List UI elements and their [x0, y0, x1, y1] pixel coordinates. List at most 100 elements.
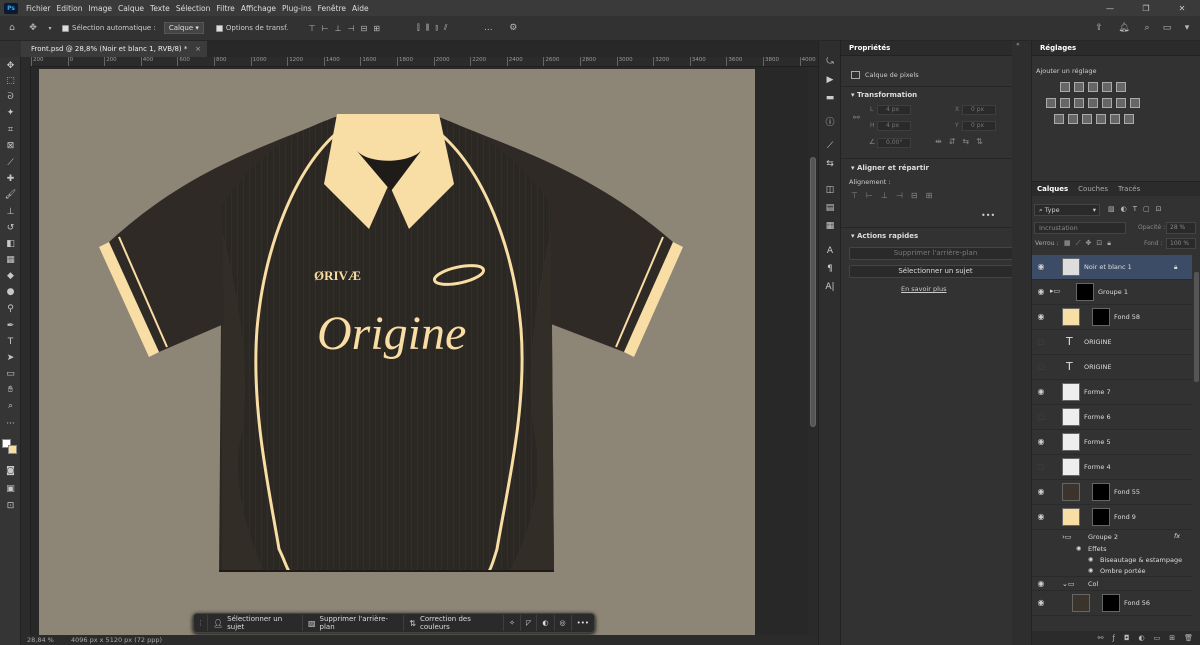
magic-wand-icon[interactable]: ✦: [3, 106, 18, 120]
move-icon[interactable]: ✥: [3, 59, 18, 73]
layer-row-fond-9[interactable]: ◉ Fond 9: [1032, 505, 1192, 530]
menu-affichage[interactable]: Affichage: [238, 4, 279, 13]
layer-row-fond-58[interactable]: ◉ Fond 58: [1032, 305, 1192, 330]
eye-icon[interactable]: ◉: [1036, 387, 1046, 397]
history-icon[interactable]: ⤿: [822, 55, 838, 69]
add-style-icon[interactable]: ƒ: [1112, 634, 1114, 642]
shape-icon[interactable]: ▭: [3, 367, 18, 381]
crop-icon[interactable]: ⌗: [3, 123, 18, 137]
link-icon[interactable]: ⚯: [853, 113, 860, 122]
y-field[interactable]: Y0 px: [955, 121, 996, 131]
tab-channels[interactable]: Couches: [1073, 185, 1113, 193]
collapse-arrows-icon[interactable]: «: [1016, 41, 1020, 48]
color-correction-button[interactable]: ⇅ Correction des couleurs: [404, 615, 505, 631]
layer-row-forme-4[interactable]: ▢ Forme 4: [1032, 455, 1192, 480]
type-tool-icon[interactable]: T: [3, 335, 18, 349]
share-icon[interactable]: ⇪: [1092, 23, 1106, 33]
move-tool-icon[interactable]: ✥: [22, 23, 44, 33]
quick-actions-section[interactable]: ▾ Actions rapides: [841, 232, 918, 240]
gradient-icon[interactable]: ▦: [3, 253, 18, 267]
quick-mask-icon[interactable]: ◙: [3, 464, 18, 478]
eye-icon[interactable]: ◉: [1036, 312, 1046, 322]
select-subject-button[interactable]: 👤︎ Sélectionner un sujet: [208, 615, 303, 631]
document-canvas[interactable]: ØRIVÆ Origine: [39, 69, 755, 635]
glyphs-icon[interactable]: A|: [822, 280, 838, 294]
hand-icon[interactable]: ✋︎: [3, 383, 18, 397]
menu-filtre[interactable]: Filtre: [213, 4, 237, 13]
layer-row-noir-et-blanc[interactable]: ◉ Noir et blanc 1 🔒︎: [1032, 255, 1192, 280]
eye-icon[interactable]: ◉: [1036, 287, 1046, 297]
layer-filter-dropdown[interactable]: ⌕ Type ▾: [1034, 204, 1100, 216]
pen-icon[interactable]: ✒: [3, 319, 18, 333]
blend-mode-dropdown[interactable]: Incrustation: [1034, 222, 1126, 234]
fill-field[interactable]: 100 %: [1166, 238, 1196, 249]
transform-icon[interactable]: ◸: [521, 615, 538, 631]
home-icon[interactable]: ⌂: [2, 23, 22, 33]
eye-icon[interactable]: ◉: [1088, 556, 1093, 563]
remove-background-button[interactable]: ▨ Supprimer l'arrière-plan: [303, 615, 405, 631]
eraser-icon[interactable]: ◧: [3, 237, 18, 251]
layer-row-fond-56[interactable]: ◉ Fond 56: [1032, 591, 1192, 616]
libraries-icon[interactable]: ◫: [822, 183, 838, 197]
path-selection-icon[interactable]: ➤: [3, 351, 18, 365]
smudge-icon[interactable]: ⚲: [3, 302, 18, 316]
layer-row-fond-55[interactable]: ◉ Fond 55: [1032, 480, 1192, 505]
link-layers-icon[interactable]: ⚯: [1098, 634, 1104, 642]
new-layer-icon[interactable]: ⊞: [1169, 634, 1175, 642]
gradients-icon[interactable]: ▤: [822, 201, 838, 215]
align-icons[interactable]: ⊤⊢⊥⊣⊟⊞: [302, 24, 392, 33]
character-icon[interactable]: A: [822, 244, 838, 258]
eye-icon[interactable]: ◉: [1036, 487, 1046, 497]
align-buttons[interactable]: ⊤⊢⊥⊣⊟⊞: [851, 191, 940, 200]
brush-settings-icon[interactable]: ⟋: [822, 139, 838, 153]
menu-plugins[interactable]: Plug-ins: [279, 4, 315, 13]
add-mask-icon[interactable]: ◘: [1124, 634, 1130, 642]
eye-icon[interactable]: ◉: [1088, 567, 1093, 574]
presets-icon[interactable]: ⇆: [822, 157, 838, 171]
actions-play-icon[interactable]: ▶: [822, 73, 838, 87]
menu-fenetre[interactable]: Fenêtre: [315, 4, 349, 13]
document-tab[interactable]: Front.psd @ 28,8% (Noir et blanc 1, RVB/…: [21, 41, 207, 57]
lasso-icon[interactable]: ᘐ: [3, 90, 18, 104]
zoom-icon[interactable]: ⌕: [3, 399, 18, 413]
menu-fichier[interactable]: Fichier: [23, 4, 54, 13]
more-tools-icon[interactable]: ···: [3, 417, 18, 431]
x-field[interactable]: X0 px: [955, 105, 996, 115]
eye-icon[interactable]: ◉: [1036, 598, 1046, 608]
adjust-icon[interactable]: ◐: [537, 615, 555, 631]
layer-row-groupe-2[interactable]: ›▭ Groupe 2 fx: [1032, 530, 1192, 544]
distribute-icons[interactable]: ⫿⫼⫾⫽: [400, 23, 470, 33]
canvas-vertical-scrollbar[interactable]: [808, 67, 818, 635]
eye-icon[interactable]: ◉: [1036, 437, 1046, 447]
transform-options-checkbox[interactable]: Options de transf.: [215, 24, 288, 32]
layer-row-forme-5[interactable]: ◉ Forme 5: [1032, 430, 1192, 455]
brush-icon[interactable]: 🖌︎: [3, 188, 18, 202]
healing-icon[interactable]: ✚: [3, 172, 18, 186]
settings-gear-icon[interactable]: ⚙: [504, 23, 522, 33]
workspace-icon[interactable]: ▭: [1160, 23, 1174, 33]
menu-calque[interactable]: Calque: [115, 4, 147, 13]
menu-selection[interactable]: Sélection: [173, 4, 214, 13]
context-more-button[interactable]: •••: [572, 615, 594, 631]
align-more-button[interactable]: •••: [981, 211, 995, 220]
eyedropper-icon[interactable]: ⟋: [3, 156, 18, 170]
info-icon[interactable]: ⓘ: [822, 116, 838, 130]
menu-edition[interactable]: Edition: [54, 4, 86, 13]
tab-layers[interactable]: Calques: [1032, 185, 1073, 193]
menu-image[interactable]: Image: [85, 4, 115, 13]
eye-icon[interactable]: ◉: [1036, 579, 1046, 589]
marquee-icon[interactable]: ⬚: [3, 74, 18, 88]
adjustment-icons[interactable]: [1032, 82, 1200, 124]
restore-icon[interactable]: ❐: [1128, 0, 1164, 16]
paragraph-icon[interactable]: ¶: [822, 262, 838, 276]
filter-icons[interactable]: ▨◐T▢⊡: [1108, 205, 1167, 213]
workspace-chevron-icon[interactable]: ▾: [1180, 23, 1194, 33]
align-section[interactable]: ▾ Aligner et répartir: [841, 164, 929, 172]
scrollbar-thumb[interactable]: [810, 157, 816, 427]
delete-layer-icon[interactable]: 🗑︎: [1184, 634, 1193, 642]
eye-hidden-icon[interactable]: ▢: [1036, 462, 1046, 472]
layers-scrollbar[interactable]: [1194, 272, 1199, 382]
learn-more-link[interactable]: En savoir plus: [901, 285, 946, 293]
angle-field[interactable]: 0,00°: [877, 138, 911, 148]
history-brush-icon[interactable]: ↺: [3, 221, 18, 235]
